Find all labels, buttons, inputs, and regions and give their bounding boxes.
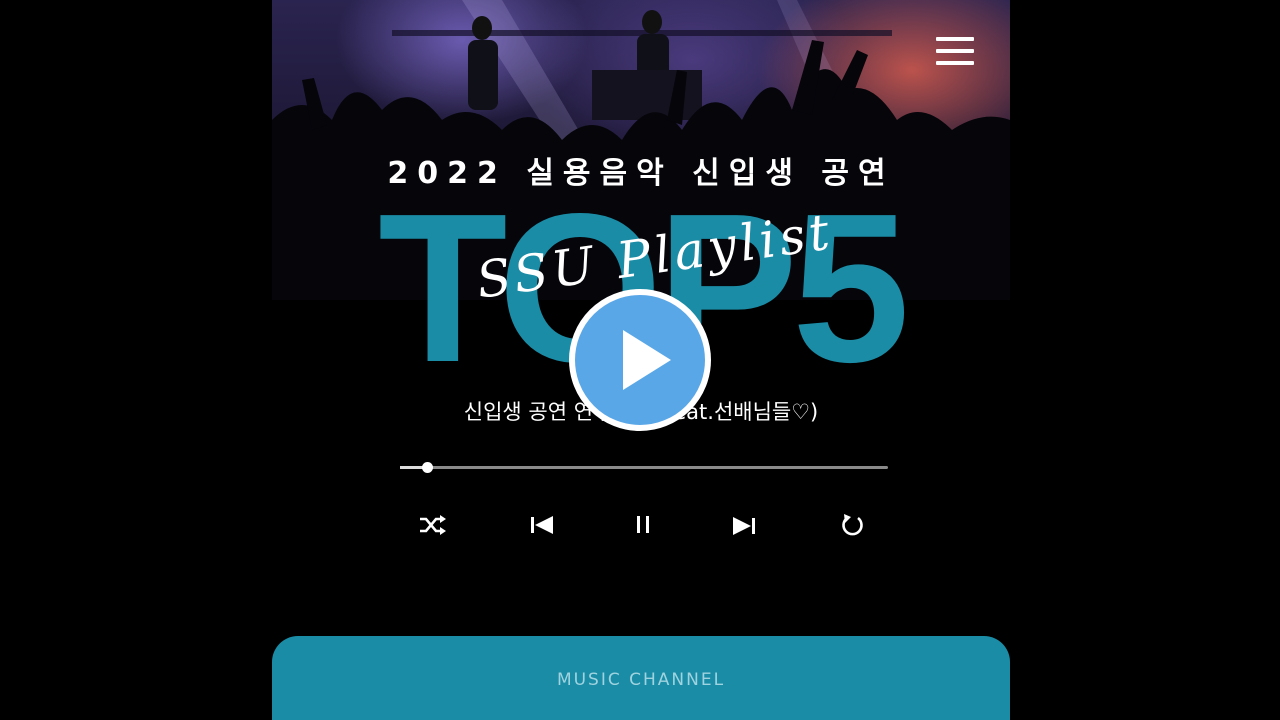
previous-icon[interactable]: [526, 510, 558, 540]
channel-label: MUSIC CHANNEL: [556, 670, 726, 690]
repeat-icon[interactable]: [836, 510, 868, 540]
progress-knob[interactable]: [422, 462, 433, 473]
music-channel-bar: MUSIC CHANNEL: [272, 636, 1010, 720]
next-icon[interactable]: [728, 510, 760, 540]
shuffle-icon[interactable]: [416, 510, 448, 540]
pause-icon[interactable]: [627, 510, 659, 540]
progress-bar[interactable]: [400, 462, 888, 473]
video-play-button[interactable]: [568, 288, 712, 432]
hamburger-menu-icon[interactable]: [932, 34, 978, 68]
